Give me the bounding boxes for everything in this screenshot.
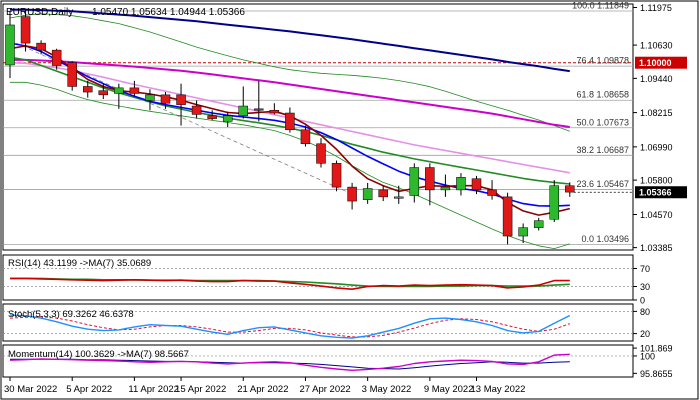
bear-candle xyxy=(36,42,46,51)
bull-candle xyxy=(533,220,544,228)
bull-candle xyxy=(549,185,559,220)
bull-candle xyxy=(456,177,466,191)
price-level-label: 1.10000 xyxy=(639,58,672,68)
bear-candle xyxy=(20,16,31,44)
bear-candle xyxy=(502,196,513,237)
indicator-tick-label: 95.8655 xyxy=(640,369,673,379)
bull-candle xyxy=(362,188,373,200)
bear-candle xyxy=(269,109,280,114)
ohlc-readout: 1.05470 1.05634 1.04944 1.05366 xyxy=(92,7,245,18)
bull-candle xyxy=(222,115,233,122)
indicator-tick-label: 70 xyxy=(640,264,650,274)
bear-candle xyxy=(160,94,171,104)
fib-level-label: 23.6 1.05467 xyxy=(576,179,629,189)
price-tick-label: 1.09440 xyxy=(640,74,673,84)
bear-candle xyxy=(565,185,575,193)
fib-level-label: 76.4 1.09878 xyxy=(576,56,629,66)
bull-candle xyxy=(409,167,420,196)
fib-level-label: 61.8 1.08658 xyxy=(576,90,629,100)
bull-candle xyxy=(5,24,15,66)
date-tick-label: 13 May 2022 xyxy=(471,384,526,395)
fib-level-label: 100.0 1.11849 xyxy=(572,1,629,11)
bear-candle xyxy=(51,49,62,66)
price-tick-label: 1.04570 xyxy=(640,210,673,220)
price-tick-label: 1.06990 xyxy=(640,142,673,152)
bear-candle xyxy=(207,115,217,119)
bear-candle xyxy=(487,189,497,196)
bull-candle xyxy=(238,105,248,117)
date-tick-label: 9 May 2022 xyxy=(424,384,474,395)
bear-candle xyxy=(98,90,109,96)
bear-candle xyxy=(471,178,482,191)
bull-candle xyxy=(114,87,124,94)
price-tick-label: 1.08215 xyxy=(640,108,673,118)
price-tick-label: 1.03385 xyxy=(640,243,673,253)
bear-candle xyxy=(425,167,435,191)
bull-candle xyxy=(394,196,404,199)
date-tick-label: 3 May 2022 xyxy=(362,384,412,395)
bear-candle xyxy=(254,108,264,111)
fib-level-label: 50.0 1.07673 xyxy=(576,117,629,127)
indicator-tick-label: 20 xyxy=(640,329,650,339)
bear-candle xyxy=(83,86,93,93)
fib-level-label: 38.2 1.06687 xyxy=(576,145,629,155)
date-tick-label: 15 Apr 2022 xyxy=(175,384,226,395)
bear-candle xyxy=(316,143,326,164)
rsi-label: RSI(14) 43.1199 ->MA(7) 35.0689 xyxy=(8,258,151,269)
bear-candle xyxy=(347,186,357,202)
bear-candle xyxy=(67,62,77,87)
stoch-label: Stoch(5,3,3) 69.3262 46.6378 xyxy=(8,309,134,320)
indicator-tick-label: 80 xyxy=(640,307,650,317)
indicator-tick-label: 100 xyxy=(640,351,655,361)
date-tick-label: 5 Apr 2022 xyxy=(66,384,112,395)
indicator-tick-label: 30 xyxy=(640,282,650,292)
price-tick-label: 1.05800 xyxy=(640,176,673,186)
date-tick-label: 21 Apr 2022 xyxy=(237,384,288,395)
bear-candle xyxy=(378,189,388,198)
date-tick-label: 27 Apr 2022 xyxy=(299,384,350,395)
momentum-label: Momentum(14) 100.3629 ->MA(7) 98.5667 xyxy=(8,349,189,360)
bear-candle xyxy=(285,112,295,131)
chart-title: EURUSD,Daily xyxy=(6,7,73,18)
price-tick-label: 1.11975 xyxy=(640,3,672,13)
bear-candle xyxy=(331,163,342,188)
current-price-label: 1.05366 xyxy=(639,188,672,198)
bear-candle xyxy=(191,105,202,115)
bear-candle xyxy=(176,94,186,105)
bull-candle xyxy=(518,227,528,237)
bear-candle xyxy=(129,87,140,94)
bull-candle xyxy=(145,94,155,101)
bull-candle xyxy=(440,186,451,191)
bear-candle xyxy=(300,129,311,145)
eurusd-daily-chart: 100.0 1.11849 76.4 1.09878 61.8 1.08658 50.… xyxy=(0,0,700,400)
date-tick-label: 30 Mar 2022 xyxy=(4,384,57,395)
indicator-tick-label: 0 xyxy=(640,296,645,306)
date-tick-label: 11 Apr 2022 xyxy=(128,384,179,395)
fib-level-label: 0.0 1.03496 xyxy=(581,234,629,244)
price-tick-label: 1.10630 xyxy=(640,41,673,51)
